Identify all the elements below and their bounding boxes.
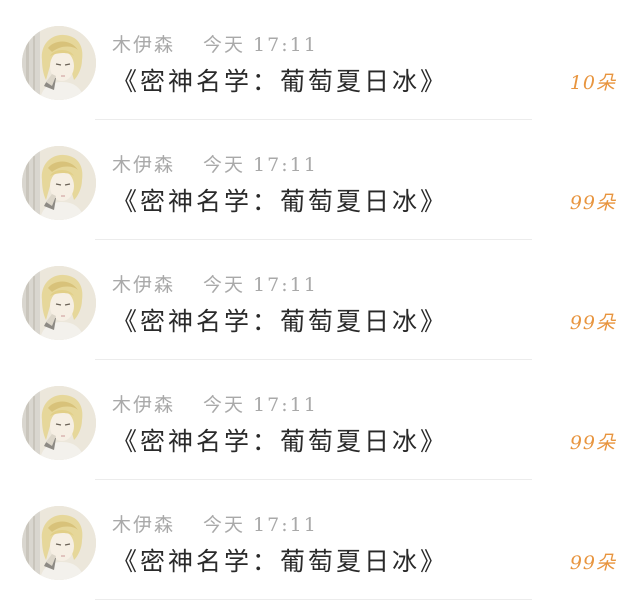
list-item[interactable]: 木伊森 今天 17:11 《密神名学：葡萄夏日冰》 10朵 <box>0 0 640 120</box>
message-meta: 木伊森 今天 17:11 <box>112 30 318 56</box>
book-title[interactable]: 《密神名学：葡萄夏日冰》 <box>112 422 448 458</box>
timestamp: 今天 17:11 <box>203 33 318 56</box>
avatar[interactable] <box>22 266 96 340</box>
book-title[interactable]: 《密神名学：葡萄夏日冰》 <box>112 182 448 218</box>
gift-count: 99朵 <box>569 191 616 214</box>
gift-count: 99朵 <box>569 431 616 454</box>
message-meta: 木伊森 今天 17:11 <box>112 510 318 536</box>
message-meta: 木伊森 今天 17:11 <box>112 270 318 296</box>
gift-count: 99朵 <box>569 551 616 574</box>
book-title[interactable]: 《密神名学：葡萄夏日冰》 <box>112 62 448 98</box>
message-meta: 木伊森 今天 17:11 <box>112 390 318 416</box>
gift-count: 10朵 <box>569 71 616 94</box>
timestamp: 今天 17:11 <box>203 153 318 176</box>
gift-count: 99朵 <box>569 311 616 334</box>
list-item[interactable]: 木伊森 今天 17:11 《密神名学：葡萄夏日冰》 99朵 <box>0 360 640 480</box>
avatar[interactable] <box>22 506 96 580</box>
username[interactable]: 木伊森 <box>112 510 175 537</box>
avatar[interactable] <box>22 146 96 220</box>
book-title[interactable]: 《密神名学：葡萄夏日冰》 <box>112 542 448 578</box>
username[interactable]: 木伊森 <box>112 30 175 57</box>
timestamp: 今天 17:11 <box>203 393 318 416</box>
book-title[interactable]: 《密神名学：葡萄夏日冰》 <box>112 302 448 338</box>
username[interactable]: 木伊森 <box>112 390 175 417</box>
timestamp: 今天 17:11 <box>203 513 318 536</box>
username[interactable]: 木伊森 <box>112 150 175 177</box>
list-item[interactable]: 木伊森 今天 17:11 《密神名学：葡萄夏日冰》 99朵 <box>0 120 640 240</box>
message-meta: 木伊森 今天 17:11 <box>112 150 318 176</box>
username[interactable]: 木伊森 <box>112 270 175 297</box>
avatar[interactable] <box>22 386 96 460</box>
avatar[interactable] <box>22 26 96 100</box>
list-item[interactable]: 木伊森 今天 17:11 《密神名学：葡萄夏日冰》 99朵 <box>0 240 640 360</box>
divider <box>95 599 532 600</box>
message-list: 木伊森 今天 17:11 《密神名学：葡萄夏日冰》 10朵 木伊森 今天 17:… <box>0 0 640 602</box>
list-item[interactable]: 木伊森 今天 17:11 《密神名学：葡萄夏日冰》 99朵 <box>0 480 640 600</box>
timestamp: 今天 17:11 <box>203 273 318 296</box>
